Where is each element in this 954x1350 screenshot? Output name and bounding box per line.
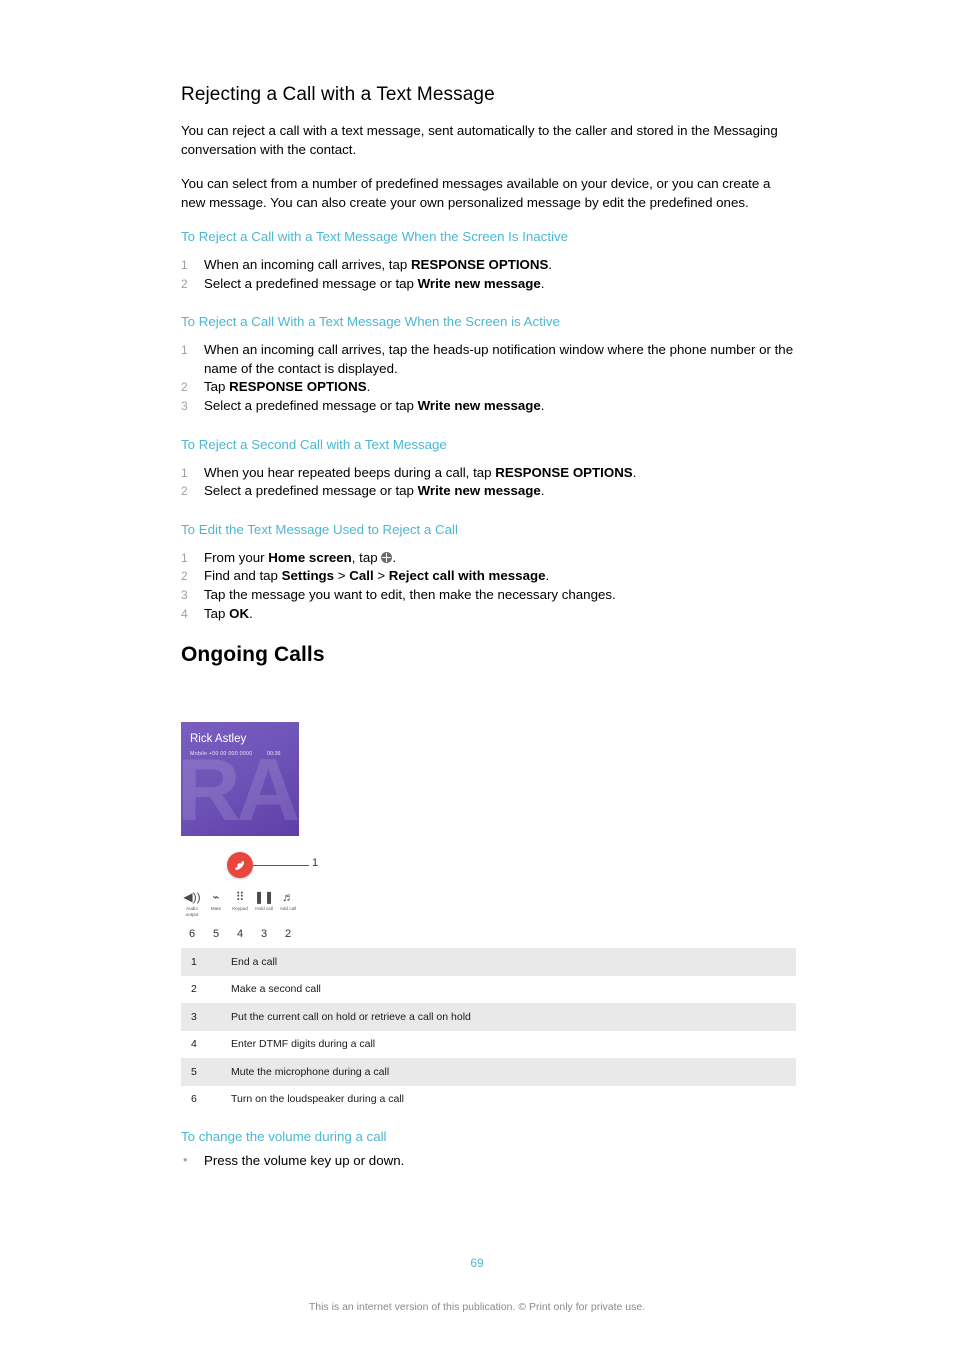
intro-paragraph-2: You can select from a number of predefin… — [181, 176, 771, 210]
callout-legend-table: 1 End a call 2 Make a second call 3 Put … — [181, 948, 796, 1113]
in-call-action-icons: ◀)) Audio output ⌁ Mute ⠿ Keypad ❚❚ Hold … — [181, 890, 299, 928]
steps-edit-reject-message: From your Home screen, tap . Find and ta… — [181, 549, 797, 623]
subheading-reject-inactive: To Reject a Call with a Text Message Whe… — [181, 229, 569, 244]
section-heading-ongoing-calls: Ongoing Calls — [181, 643, 325, 667]
audio-output-icon[interactable]: ◀)) Audio output — [181, 890, 203, 917]
list-item: Select a predefined message or tap Write… — [181, 482, 545, 500]
steps-reject-inactive: When an incoming call arrives, tap RESPO… — [181, 256, 797, 293]
callout-number-4: 4 — [236, 928, 244, 940]
legend-number: 6 — [191, 1093, 197, 1106]
table-row: 2 Make a second call — [181, 976, 796, 1004]
list-item: Find and tap Settings > Call > Reject ca… — [181, 567, 550, 585]
contact-initials-watermark: RA — [181, 740, 299, 836]
list-item: From your Home screen, tap . — [181, 549, 397, 567]
page-title: Rejecting a Call with a Text Message — [181, 84, 495, 105]
callout-number-3: 3 — [260, 928, 268, 940]
document-page: Rejecting a Call with a Text Message You… — [0, 0, 954, 1350]
subheading-reject-active: To Reject a Call With a Text Message Whe… — [181, 314, 560, 330]
table-row: 3 Put the current call on hold or retrie… — [181, 1003, 796, 1031]
contact-name: Rick Astley — [190, 733, 247, 745]
list-item: Press the volume key up or down. — [181, 1151, 781, 1171]
callout-number-6: 6 — [188, 928, 196, 940]
steps-reject-active: When an incoming call arrives, tap the h… — [181, 341, 797, 415]
table-row: 5 Mute the microphone during a call — [181, 1058, 796, 1086]
contact-number: Mobile +00 00 000 0000 — [190, 751, 253, 757]
legend-description: Turn on the loudspeaker during a call — [231, 1093, 404, 1106]
callout-number-1: 1 — [312, 857, 319, 869]
legend-description: Enter DTMF digits during a call — [231, 1038, 376, 1051]
list-item: When an incoming call arrives, tap the h… — [181, 341, 794, 376]
keypad-icon[interactable]: ⠿ Keypad — [229, 890, 251, 912]
legend-description: Mute the microphone during a call — [231, 1065, 390, 1078]
app-drawer-icon — [381, 551, 393, 563]
end-call-button[interactable] — [227, 852, 253, 878]
page-number: 69 — [470, 1256, 484, 1270]
end-call-row: 1 — [181, 852, 801, 882]
intro-paragraph-1: You can reject a call with a text messag… — [181, 123, 778, 157]
in-call-screen-mockup: RA Rick Astley Mobile +00 00 000 0000 00… — [181, 722, 299, 836]
figure-ongoing-call: RA Rick Astley Mobile +00 00 000 0000 00… — [181, 722, 801, 944]
callout-number-2: 2 — [284, 928, 292, 940]
legend-number: 3 — [191, 1010, 197, 1023]
table-row: 4 Enter DTMF digits during a call — [181, 1031, 796, 1059]
list-item: Tap RESPONSE OPTIONS. — [181, 378, 371, 396]
subheading-reject-second-call: To Reject a Second Call with a Text Mess… — [181, 436, 447, 452]
callout-leader-line — [253, 865, 309, 866]
list-item: Tap the message you want to edit, then m… — [181, 586, 616, 604]
callout-number-5: 5 — [212, 928, 220, 940]
list-item: Select a predefined message or tap Write… — [181, 275, 545, 293]
legend-description: Make a second call — [231, 983, 321, 996]
call-duration: 00:36 — [267, 751, 281, 757]
legend-number: 5 — [191, 1065, 197, 1078]
table-row: 6 Turn on the loudspeaker during a call — [181, 1086, 796, 1114]
hold-call-icon[interactable]: ❚❚ Hold call — [253, 890, 275, 912]
legend-number: 1 — [191, 955, 197, 968]
subheading-edit-reject-message: To Edit the Text Message Used to Reject … — [181, 521, 458, 537]
subheading-change-volume: To change the volume during a call — [181, 1129, 387, 1144]
footer-note: This is an internet version of this publ… — [308, 1301, 646, 1313]
volume-instruction-list: Press the volume key up or down. — [181, 1151, 781, 1171]
list-item: Tap OK. — [181, 605, 253, 623]
table-row: 1 End a call — [181, 948, 796, 976]
legend-number: 4 — [191, 1038, 197, 1051]
phone-hangup-icon — [235, 861, 245, 870]
callout-number-row: 6 5 4 3 2 — [181, 928, 299, 944]
list-item: Select a predefined message or tap Write… — [181, 397, 545, 415]
legend-description: End a call — [231, 955, 278, 968]
page-content: Rejecting a Call with a Text Message You… — [181, 84, 797, 667]
list-item: When an incoming call arrives, tap RESPO… — [181, 256, 553, 274]
mute-icon[interactable]: ⌁ Mute — [205, 890, 227, 912]
legend-description: Put the current call on hold or retrieve… — [231, 1010, 471, 1023]
list-item: When you hear repeated beeps during a ca… — [181, 464, 637, 482]
add-call-icon[interactable]: ♬ Add call — [277, 890, 299, 912]
steps-reject-second-call: When you hear repeated beeps during a ca… — [181, 464, 797, 501]
legend-number: 2 — [191, 983, 197, 996]
